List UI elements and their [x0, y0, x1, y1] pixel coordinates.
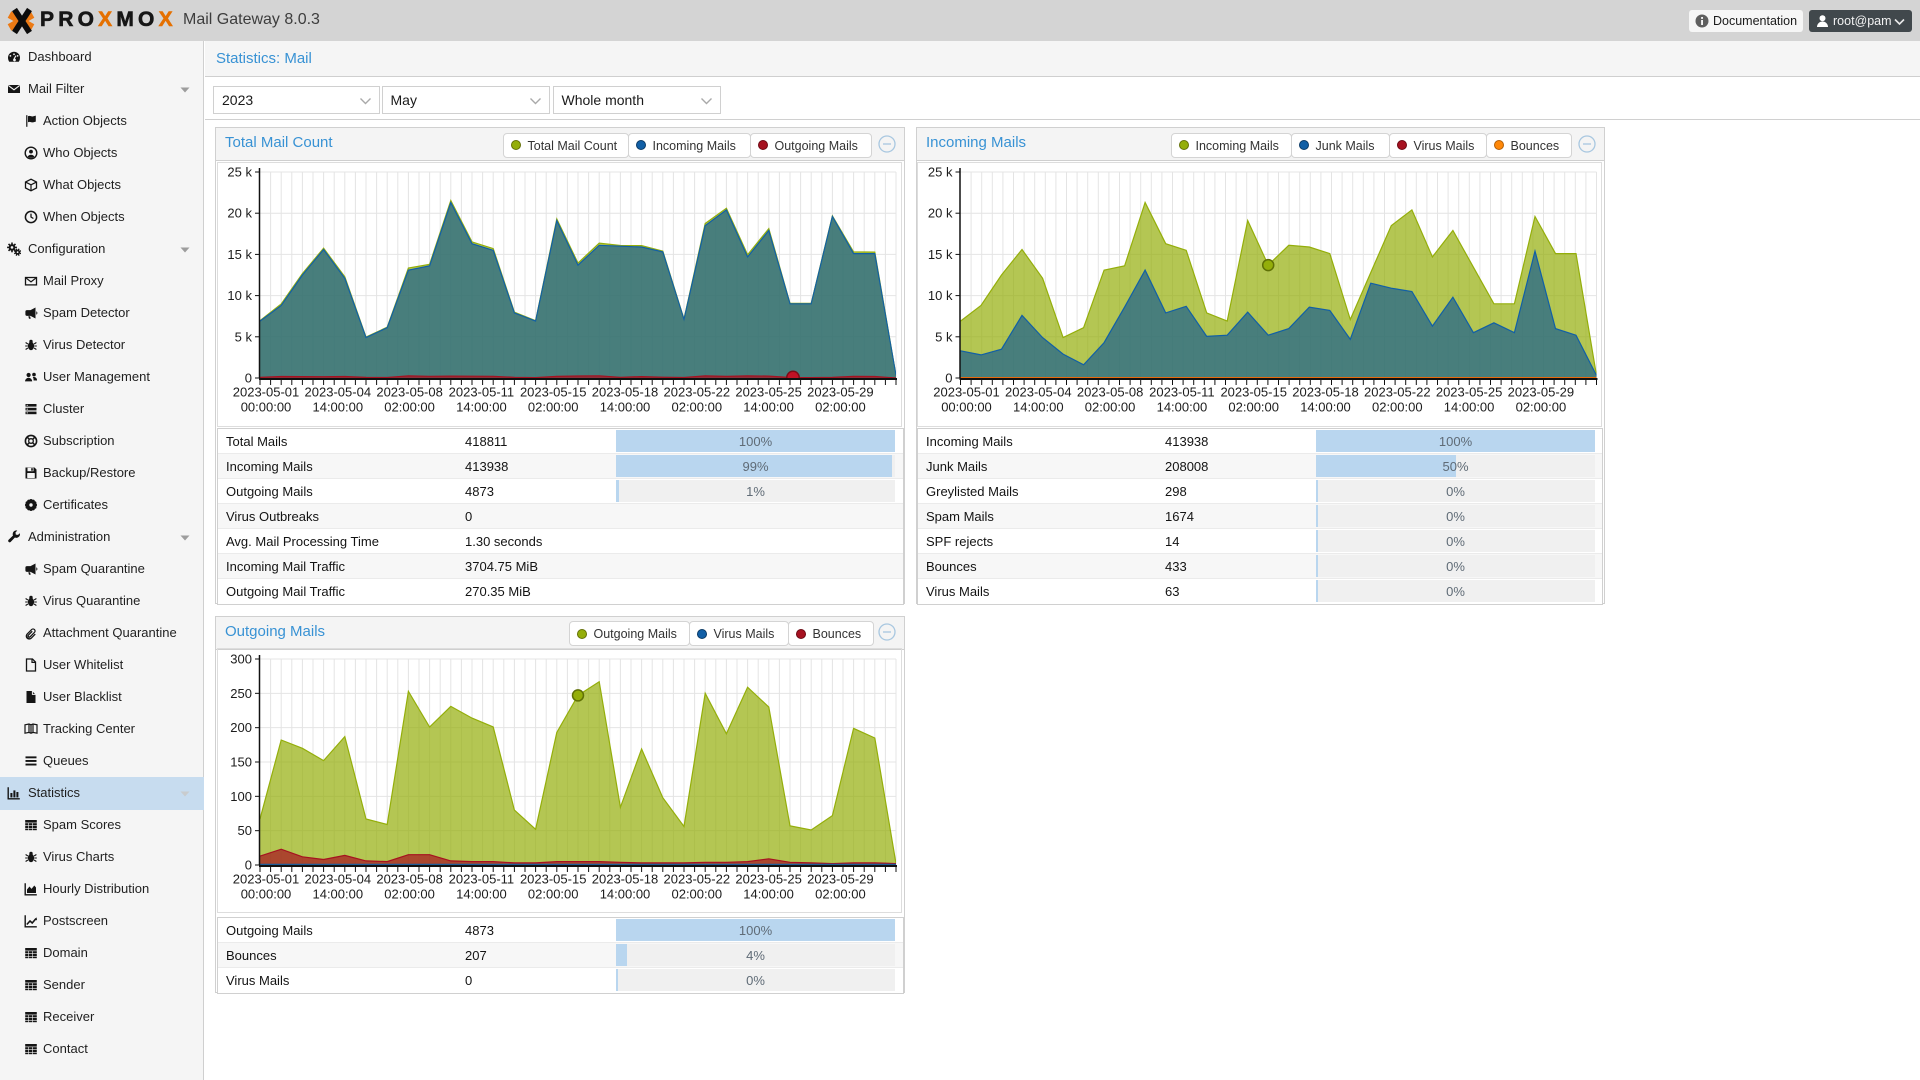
- svg-text:5 k: 5 k: [935, 329, 953, 344]
- svg-text:02:00:00: 02:00:00: [1372, 400, 1423, 415]
- svg-text:10 k: 10 k: [227, 288, 252, 303]
- svg-text:20 k: 20 k: [227, 206, 252, 221]
- svg-text:10 k: 10 k: [928, 288, 953, 303]
- svg-text:2023-05-04: 2023-05-04: [1005, 385, 1072, 400]
- svg-text:02:00:00: 02:00:00: [671, 887, 722, 902]
- svg-text:14:00:00: 14:00:00: [1013, 400, 1064, 415]
- svg-text:2023-05-22: 2023-05-22: [1364, 385, 1431, 400]
- svg-text:14:00:00: 14:00:00: [312, 400, 363, 415]
- svg-text:02:00:00: 02:00:00: [1228, 400, 1279, 415]
- svg-text:14:00:00: 14:00:00: [1300, 400, 1351, 415]
- svg-text:2023-05-01: 2023-05-01: [233, 385, 300, 400]
- svg-text:2023-05-11: 2023-05-11: [1149, 385, 1215, 400]
- svg-text:02:00:00: 02:00:00: [528, 887, 579, 902]
- svg-text:02:00:00: 02:00:00: [671, 400, 722, 415]
- svg-text:25 k: 25 k: [227, 165, 252, 180]
- svg-text:0: 0: [245, 858, 252, 873]
- svg-text:00:00:00: 00:00:00: [941, 400, 992, 415]
- svg-text:02:00:00: 02:00:00: [384, 400, 435, 415]
- svg-text:2023-05-01: 2023-05-01: [933, 385, 1000, 400]
- svg-text:2023-05-15: 2023-05-15: [520, 872, 587, 887]
- svg-text:300: 300: [230, 652, 252, 667]
- svg-text:2023-05-18: 2023-05-18: [592, 385, 659, 400]
- svg-text:2023-05-18: 2023-05-18: [1292, 385, 1359, 400]
- svg-text:2023-05-08: 2023-05-08: [376, 872, 443, 887]
- svg-text:14:00:00: 14:00:00: [456, 400, 507, 415]
- svg-text:15 k: 15 k: [928, 247, 953, 262]
- svg-text:2023-05-04: 2023-05-04: [305, 385, 372, 400]
- svg-text:02:00:00: 02:00:00: [815, 887, 866, 902]
- svg-text:2023-05-15: 2023-05-15: [520, 385, 587, 400]
- svg-text:02:00:00: 02:00:00: [384, 887, 435, 902]
- svg-text:25 k: 25 k: [928, 165, 953, 180]
- svg-text:02:00:00: 02:00:00: [1085, 400, 1136, 415]
- svg-text:2023-05-04: 2023-05-04: [305, 872, 372, 887]
- svg-text:2023-05-15: 2023-05-15: [1220, 385, 1287, 400]
- svg-text:2023-05-29: 2023-05-29: [807, 872, 874, 887]
- svg-text:14:00:00: 14:00:00: [600, 400, 651, 415]
- svg-text:02:00:00: 02:00:00: [528, 400, 579, 415]
- svg-text:2023-05-25: 2023-05-25: [1436, 385, 1503, 400]
- svg-text:14:00:00: 14:00:00: [600, 887, 651, 902]
- svg-text:00:00:00: 00:00:00: [241, 887, 292, 902]
- svg-text:14:00:00: 14:00:00: [743, 887, 794, 902]
- svg-text:2023-05-22: 2023-05-22: [664, 385, 731, 400]
- svg-text:100: 100: [230, 789, 252, 804]
- svg-text:14:00:00: 14:00:00: [312, 887, 363, 902]
- svg-text:2023-05-18: 2023-05-18: [592, 872, 659, 887]
- svg-text:20 k: 20 k: [928, 206, 953, 221]
- svg-text:200: 200: [230, 720, 252, 735]
- svg-text:50: 50: [238, 823, 252, 838]
- svg-text:2023-05-11: 2023-05-11: [449, 872, 515, 887]
- svg-text:02:00:00: 02:00:00: [1516, 400, 1567, 415]
- svg-text:250: 250: [230, 686, 252, 701]
- svg-text:5 k: 5 k: [235, 329, 253, 344]
- svg-text:2023-05-01: 2023-05-01: [233, 872, 300, 887]
- svg-text:2023-05-08: 2023-05-08: [1077, 385, 1144, 400]
- svg-text:150: 150: [230, 755, 252, 770]
- svg-text:2023-05-29: 2023-05-29: [807, 385, 874, 400]
- svg-text:2023-05-08: 2023-05-08: [376, 385, 443, 400]
- svg-text:2023-05-29: 2023-05-29: [1508, 385, 1575, 400]
- svg-text:02:00:00: 02:00:00: [815, 400, 866, 415]
- svg-text:14:00:00: 14:00:00: [456, 887, 507, 902]
- svg-text:00:00:00: 00:00:00: [241, 400, 292, 415]
- svg-text:15 k: 15 k: [227, 247, 252, 262]
- svg-text:2023-05-22: 2023-05-22: [664, 872, 731, 887]
- svg-text:0: 0: [945, 371, 952, 386]
- svg-text:2023-05-11: 2023-05-11: [449, 385, 515, 400]
- svg-text:14:00:00: 14:00:00: [1157, 400, 1208, 415]
- svg-text:14:00:00: 14:00:00: [1444, 400, 1495, 415]
- svg-text:0: 0: [245, 371, 252, 386]
- svg-text:2023-05-25: 2023-05-25: [735, 872, 802, 887]
- svg-text:2023-05-25: 2023-05-25: [735, 385, 802, 400]
- svg-text:14:00:00: 14:00:00: [743, 400, 794, 415]
